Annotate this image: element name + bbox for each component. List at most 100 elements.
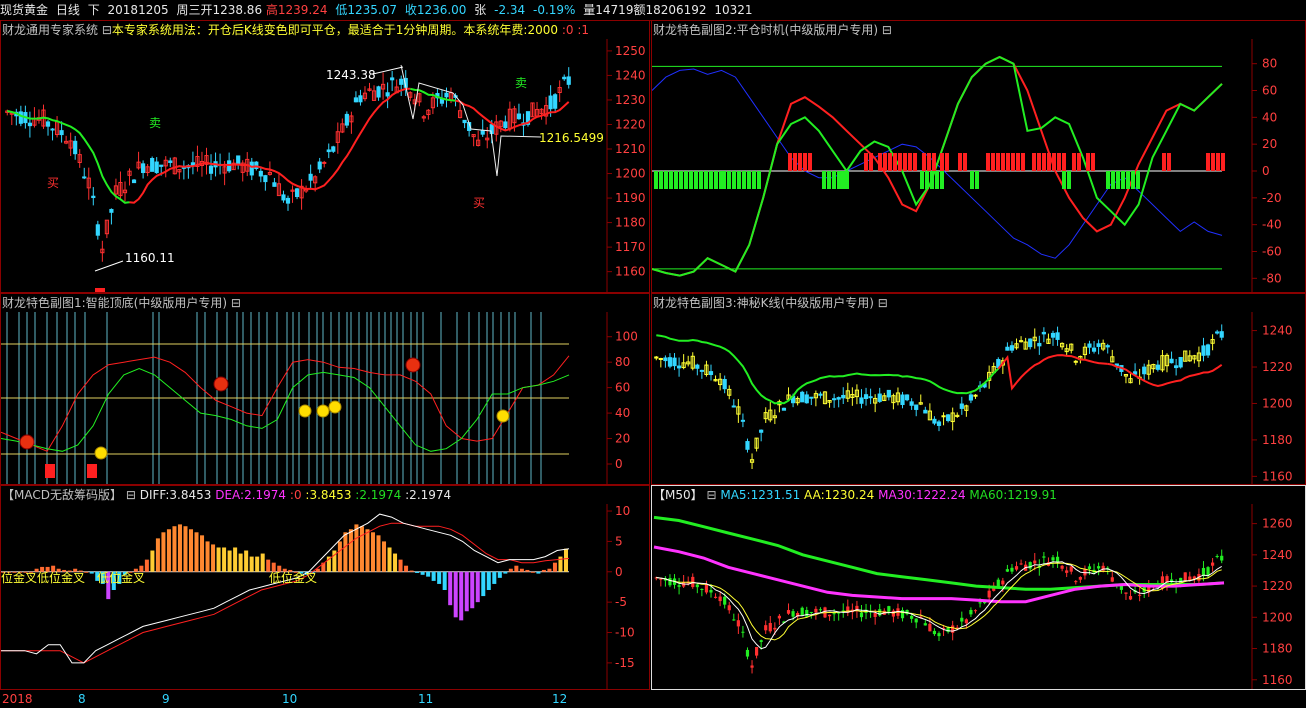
macd-histogram-bar bbox=[481, 571, 486, 597]
m50-candle-body bbox=[791, 611, 795, 617]
red-signal-bar bbox=[1032, 153, 1036, 171]
green-signal-bar bbox=[925, 171, 929, 189]
kline-body bbox=[1174, 365, 1179, 369]
candle-body bbox=[281, 194, 286, 201]
m50-candle-body bbox=[951, 625, 955, 633]
green-signal-bar bbox=[1131, 171, 1135, 189]
sub2-panel[interactable]: 财龙特色副图2:平仓时机(中级版用户专用) ⊟ 80 60 40 20 0 -20 -40-… bbox=[651, 20, 1306, 293]
red-signal-bar bbox=[958, 153, 962, 171]
macd-histogram-bar bbox=[365, 529, 370, 572]
candle-body bbox=[503, 121, 508, 129]
golden-cross-label: 位金叉 bbox=[1, 570, 37, 585]
candle-body bbox=[353, 97, 359, 103]
m50-candle-body bbox=[1019, 563, 1023, 565]
bottom-bar bbox=[45, 464, 55, 478]
change-label: 张 bbox=[474, 3, 487, 17]
candle-body bbox=[385, 92, 390, 97]
close-timing-chart[interactable]: 80 60 40 20 0 -20 -40 -60 -80 bbox=[652, 21, 1306, 293]
main-chart-panel[interactable]: 财龙通用专家系统 ⊟本专家系统用法：开仓后K线变色即可平仓，最适合于1分钟周期。… bbox=[0, 20, 650, 293]
kline-body bbox=[781, 407, 787, 411]
red-signal-bar bbox=[1091, 153, 1095, 171]
m50-candle-body bbox=[827, 614, 832, 617]
kline-body bbox=[800, 391, 805, 403]
mystery-kline-chart[interactable]: 1240 1220 1200 1180 1160 bbox=[652, 294, 1306, 485]
price-tick-label: 1240 bbox=[615, 68, 646, 82]
top-bottom-indicator-chart[interactable]: 100 80 60 40 20 0 bbox=[1, 294, 650, 485]
green-signal-bar bbox=[970, 171, 974, 189]
trend-line-red bbox=[129, 87, 411, 204]
m50-candle-body bbox=[910, 615, 914, 619]
m50-tick-label: 1200 bbox=[1262, 610, 1293, 624]
price-tick-label: 1230 bbox=[615, 93, 646, 107]
golden-cross-label: 低位金叉 bbox=[37, 570, 85, 585]
macd-histogram-bar bbox=[404, 565, 409, 572]
red-signal-bar bbox=[888, 153, 892, 171]
quote-bar: 现货黄金 日线 下 20181205 周三开1238.86 高1239.24 低… bbox=[0, 0, 1306, 21]
macd-histogram-bar bbox=[536, 571, 541, 574]
candle-body bbox=[73, 140, 78, 155]
kline-body bbox=[1169, 358, 1174, 364]
sub2-tick-label: 60 bbox=[1262, 84, 1277, 98]
kline-body bbox=[818, 393, 823, 396]
green-signal-bar bbox=[752, 171, 756, 189]
green-signal-bar bbox=[654, 171, 658, 189]
candle-body bbox=[480, 130, 485, 135]
green-signal-bar bbox=[1062, 171, 1066, 189]
kline-body bbox=[832, 398, 837, 401]
candle-body bbox=[566, 76, 571, 85]
kline-body bbox=[1009, 345, 1015, 351]
green-signal-bar bbox=[940, 171, 944, 189]
red-signal-bar bbox=[908, 153, 912, 171]
period-label[interactable]: 日线 bbox=[56, 3, 80, 17]
green-signal-bar bbox=[757, 171, 761, 189]
value-tick-label: 80 bbox=[615, 355, 630, 369]
ma60-line bbox=[653, 515, 1225, 591]
macd-panel[interactable]: 【MACD无敌筹码版】 ⊟ DIFF:3.8453 DEA:2.1974 :0 … bbox=[0, 485, 650, 690]
m50-candle-body bbox=[1014, 566, 1019, 570]
macd-histogram-bar bbox=[442, 571, 447, 590]
symbol-name[interactable]: 现货黄金 bbox=[0, 3, 48, 17]
direction-label: 下 bbox=[87, 3, 100, 17]
main-candlestick-chart[interactable]: 1250 1240 1230 1220 1210 1200 1190 1180 1170 1160… bbox=[1, 21, 650, 293]
kline-body bbox=[923, 409, 928, 414]
macd-tick-label: -5 bbox=[615, 595, 627, 609]
m50-candle-body bbox=[713, 596, 718, 598]
red-signal-bar bbox=[913, 153, 917, 171]
red-signal-bar bbox=[869, 153, 873, 171]
m50-candle-body bbox=[659, 578, 663, 580]
macd-tick-label: -10 bbox=[615, 626, 635, 640]
kline-body bbox=[1073, 360, 1078, 363]
axis-year: 2018 bbox=[2, 692, 33, 706]
candle-body bbox=[208, 165, 214, 174]
macd-histogram-bar bbox=[238, 553, 243, 572]
top-signal-dot bbox=[19, 434, 35, 450]
macd-histogram-bar bbox=[370, 532, 375, 572]
kline-body bbox=[1201, 345, 1206, 356]
price-tick-label: 1170 bbox=[615, 240, 646, 254]
m50-candle-body bbox=[668, 578, 672, 586]
macd-histogram-bar bbox=[503, 571, 508, 574]
m50-candle-body bbox=[814, 608, 818, 613]
value-tick-label: 0 bbox=[615, 457, 623, 471]
ma30-line bbox=[653, 545, 1225, 604]
green-signal-bar bbox=[732, 171, 736, 189]
macd-chart[interactable]: 1050-5-10-15位金叉 低位金叉 低位金叉 低位金叉 bbox=[1, 486, 650, 690]
macd-histogram-bar bbox=[249, 556, 254, 572]
sub1-panel[interactable]: 财龙特色副图1:智能顶底(中级版用户专用) ⊟ 100 80 60 40 20 0 bbox=[0, 293, 650, 485]
sub3-panel[interactable]: 财龙特色副图3:神秘K线(中级版用户专用) ⊟ 1240 1220 1200 1180… bbox=[651, 293, 1306, 485]
high-label: 高1239.24 bbox=[265, 3, 328, 17]
top-signal-dot bbox=[405, 357, 421, 373]
red-signal-bar bbox=[1211, 153, 1215, 171]
m50-panel[interactable]: 【M50】 ⊟ MA5:1231.51 AA:1230.24 MA30:1222… bbox=[651, 485, 1306, 690]
candle-body bbox=[548, 95, 553, 110]
last-annotation: 1216.5499 bbox=[539, 131, 604, 145]
low-annotation: 1160.11 bbox=[125, 251, 175, 265]
green-signal-bar bbox=[699, 171, 703, 189]
indicator-green-line bbox=[1, 367, 570, 452]
candle-body bbox=[258, 170, 263, 177]
top-signal-dot bbox=[213, 376, 229, 392]
weekday-label: 周三 bbox=[176, 3, 201, 17]
moving-average-chart[interactable]: 1260 1240 1220 1200 1180 1160 bbox=[652, 486, 1306, 690]
macd-histogram-bar bbox=[547, 568, 552, 572]
m50-candle-body bbox=[732, 619, 736, 621]
